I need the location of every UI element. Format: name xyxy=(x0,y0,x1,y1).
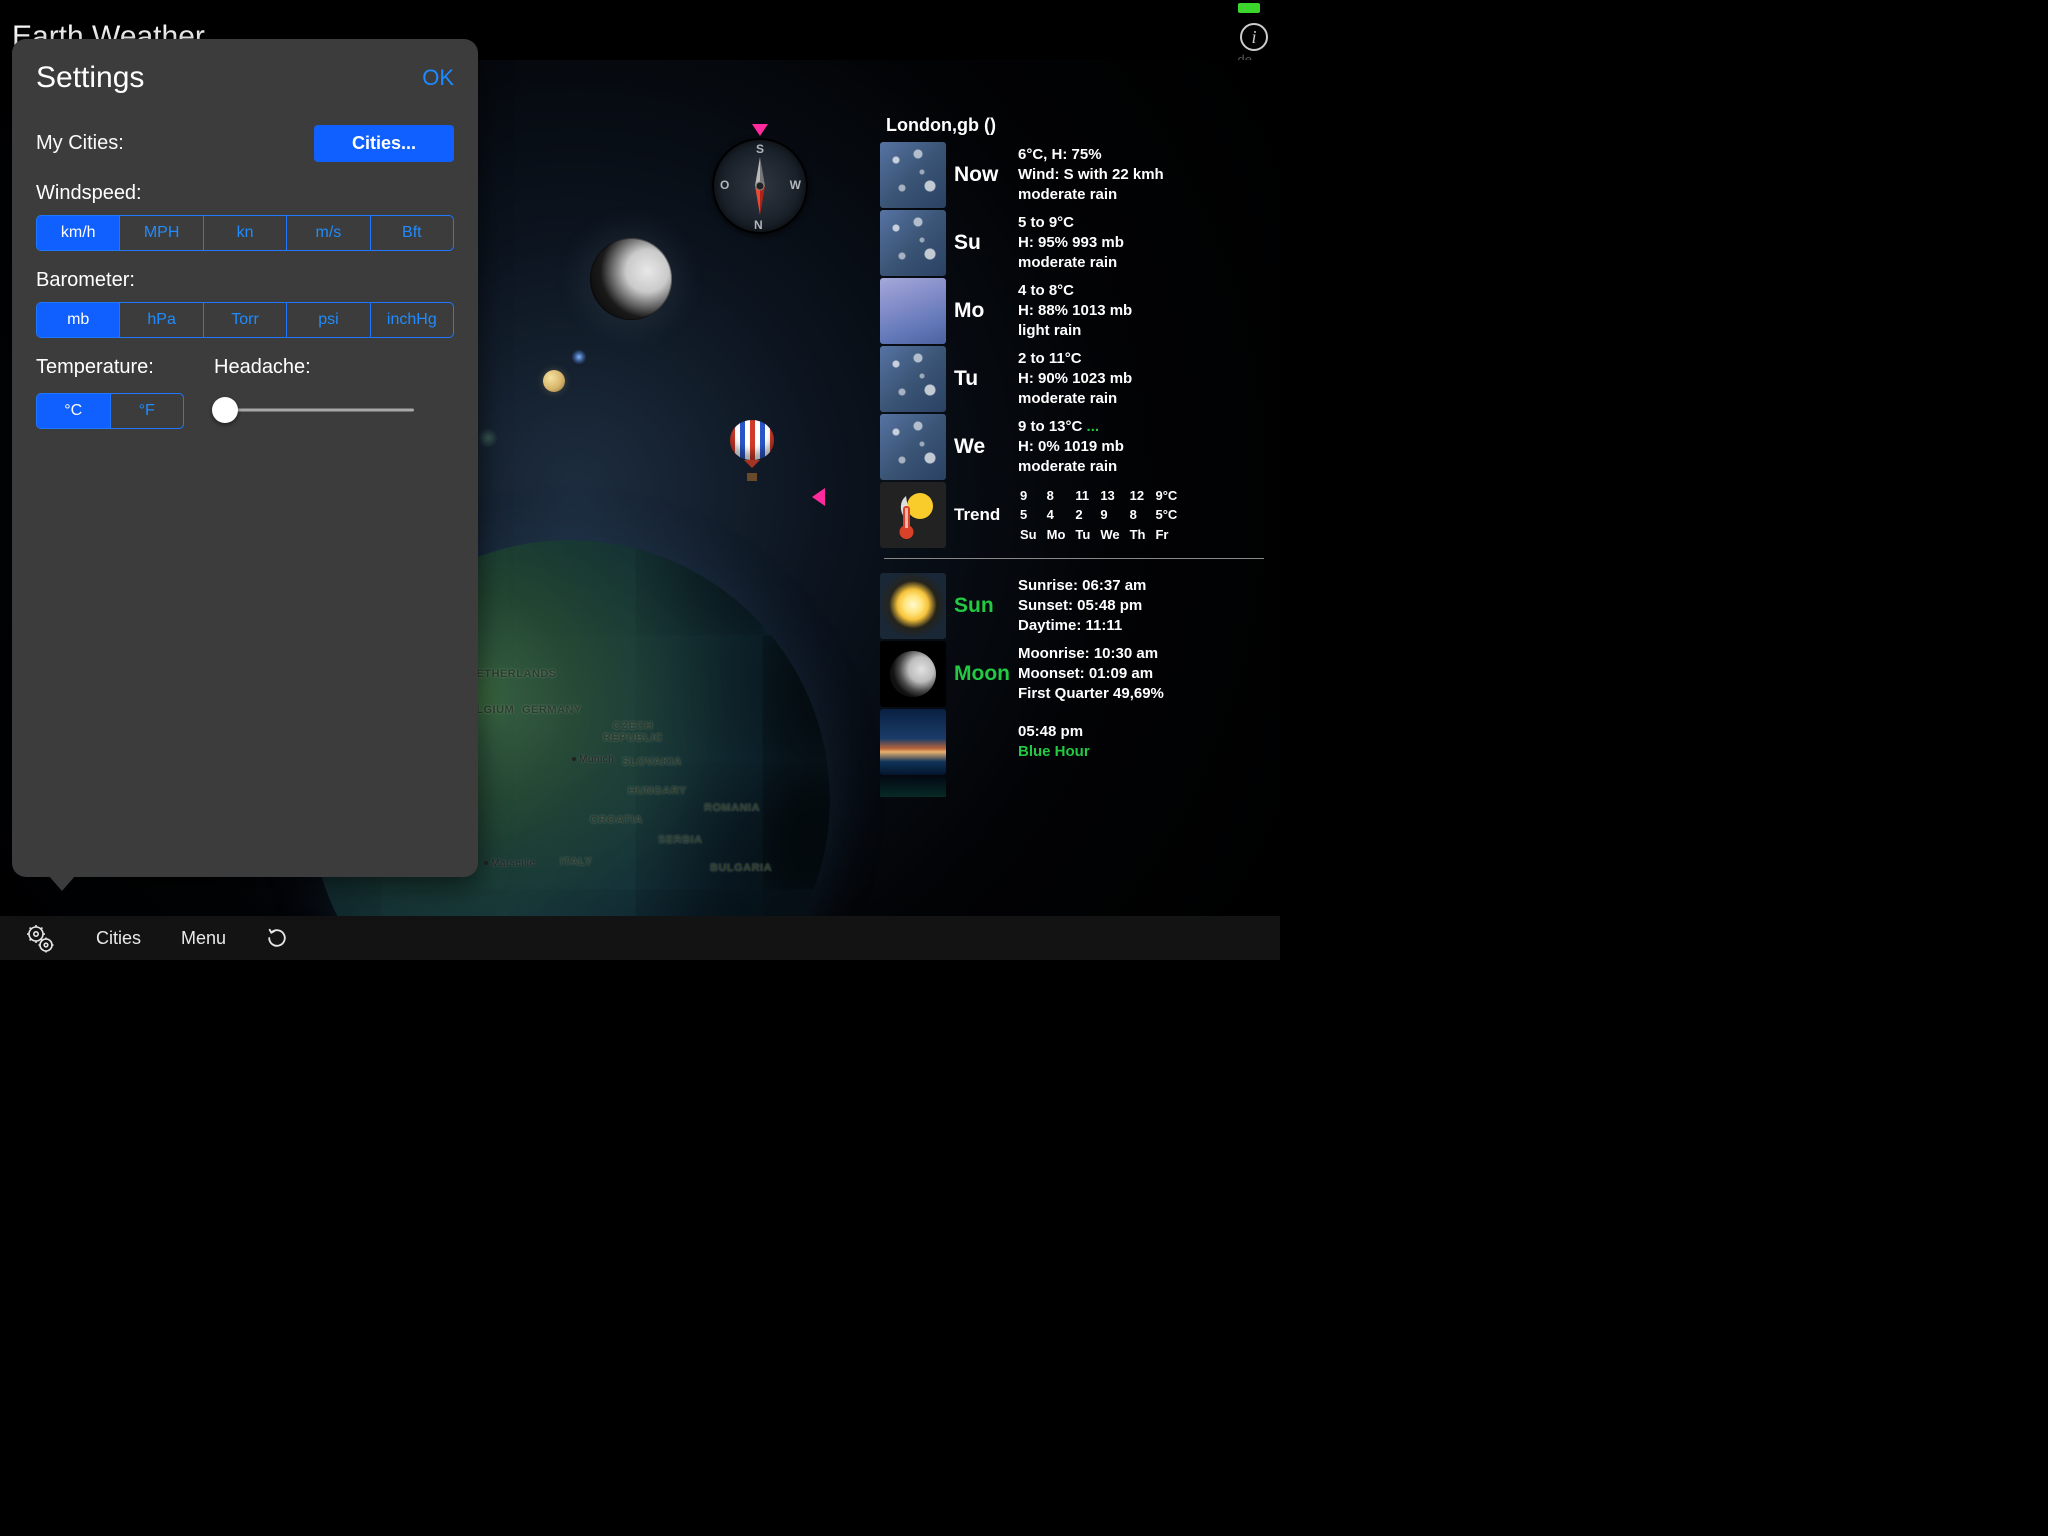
blue-hour-info[interactable]: 05:48 pm Blue Hour xyxy=(880,709,1268,775)
windspeed-kn[interactable]: kn xyxy=(203,216,286,250)
temperature-f[interactable]: °F xyxy=(110,394,184,428)
compass[interactable]: S W N O xyxy=(712,138,808,234)
moon-phase-icon xyxy=(880,641,946,707)
weather-lightrain-icon xyxy=(880,278,946,344)
cities-button[interactable]: Cities... xyxy=(314,125,454,162)
cities-button[interactable]: Cities xyxy=(96,928,141,949)
barometer-label: Barometer: xyxy=(36,269,454,292)
menu-button[interactable]: Menu xyxy=(181,928,226,949)
forecast-trend[interactable]: Trend 981113129°C 542985°C SuMoTuWeThFr xyxy=(880,482,1268,548)
forecast-day[interactable]: We 9 to 13°C ... H: 0% 1019 mb moderate … xyxy=(880,414,1268,480)
windspeed-bft[interactable]: Bft xyxy=(370,216,453,250)
forecast-day[interactable]: Mo 4 to 8°C H: 88% 1013 mb light rain xyxy=(880,278,1268,344)
settings-modal: Settings OK My Cities: Cities... Windspe… xyxy=(12,39,478,877)
barometer-inchhg[interactable]: inchHg xyxy=(370,303,453,337)
settings-title: Settings xyxy=(36,61,144,95)
weather-rain-icon xyxy=(880,346,946,412)
planet-icon xyxy=(543,370,565,392)
windspeed-label: Windspeed: xyxy=(36,182,454,205)
headache-slider[interactable] xyxy=(214,395,414,425)
balloon-icon xyxy=(730,420,774,481)
compass-needle-icon xyxy=(725,151,795,221)
aurora-icon xyxy=(880,777,946,797)
weather-panel: London,gb () Now 6°C, H: 75% Wind: S wit… xyxy=(880,115,1280,920)
temperature-label: Temperature: xyxy=(36,356,184,379)
weather-rain-icon xyxy=(880,210,946,276)
lens-flare-icon xyxy=(478,428,498,448)
ok-button[interactable]: OK xyxy=(422,65,454,91)
sun-icon xyxy=(880,573,946,639)
blue-hour-icon xyxy=(880,709,946,775)
forecast-day[interactable]: Tu 2 to 11°C H: 90% 1023 mb moderate rai… xyxy=(880,346,1268,412)
bottom-toolbar: Cities Menu xyxy=(0,916,1280,960)
trend-table: 981113129°C 542985°C SuMoTuWeThFr xyxy=(1018,485,1187,546)
compass-heading-marker-icon xyxy=(752,124,768,136)
forecast-now[interactable]: Now 6°C, H: 75% Wind: S with 22 kmh mode… xyxy=(880,142,1268,208)
popover-arrow-icon xyxy=(48,875,76,891)
temperature-segment[interactable]: °C °F xyxy=(36,393,184,429)
aurora-info[interactable] xyxy=(880,777,1268,797)
windspeed-ms[interactable]: m/s xyxy=(286,216,369,250)
barometer-mb[interactable]: mb xyxy=(37,303,119,337)
weather-trend-icon xyxy=(880,482,946,548)
collapse-panel-arrow-icon[interactable] xyxy=(812,488,825,506)
slider-thumb-icon[interactable] xyxy=(212,397,238,423)
weather-rain-icon xyxy=(880,142,946,208)
barometer-segment[interactable]: mb hPa Torr psi inchHg xyxy=(36,302,454,338)
my-cities-label: My Cities: xyxy=(36,132,124,155)
windspeed-segment[interactable]: km/h MPH kn m/s Bft xyxy=(36,215,454,251)
windspeed-kmh[interactable]: km/h xyxy=(37,216,119,250)
temperature-c[interactable]: °C xyxy=(37,394,110,428)
moon-info[interactable]: Moon Moonrise: 10:30 am Moonset: 01:09 a… xyxy=(880,641,1268,707)
sun-info[interactable]: Sun Sunrise: 06:37 am Sunset: 05:48 pm D… xyxy=(880,573,1268,639)
lens-flare-icon xyxy=(572,350,586,364)
city-name: London,gb () xyxy=(886,115,1268,136)
weather-rain-icon xyxy=(880,414,946,480)
headache-label: Headache: xyxy=(214,356,454,379)
info-button[interactable]: i xyxy=(1240,23,1268,51)
barometer-torr[interactable]: Torr xyxy=(203,303,286,337)
settings-button[interactable] xyxy=(24,922,56,954)
divider xyxy=(884,558,1264,559)
forecast-day[interactable]: Su 5 to 9°C H: 95% 993 mb moderate rain xyxy=(880,210,1268,276)
windspeed-mph[interactable]: MPH xyxy=(119,216,202,250)
barometer-psi[interactable]: psi xyxy=(286,303,369,337)
moon-icon xyxy=(590,238,672,320)
barometer-hpa[interactable]: hPa xyxy=(119,303,202,337)
refresh-button[interactable] xyxy=(266,927,288,949)
